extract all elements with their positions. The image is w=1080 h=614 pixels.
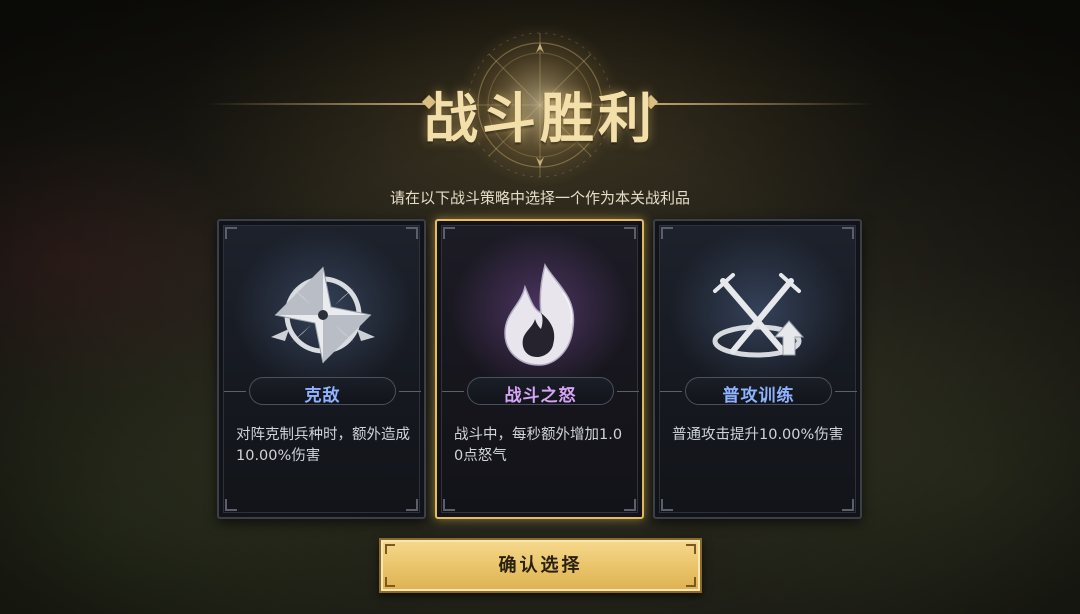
page-subtitle: 请在以下战斗策略中选择一个作为本关战利品 xyxy=(389,189,690,207)
button-corner xyxy=(385,544,395,554)
card-description: 对阵克制兵种时，额外造成10.00%伤害 xyxy=(236,427,410,464)
button-corner xyxy=(385,577,395,587)
card-corner xyxy=(225,227,237,239)
strategy-card-pugongxunlian[interactable]: 普攻训练 普通攻击提升10.00%伤害 xyxy=(653,219,862,519)
card-corner xyxy=(661,227,673,239)
card-name: 克敌 xyxy=(304,386,341,406)
battle-victory-screen: 战斗胜利 请在以下战斗策略中选择一个作为本关战利品 克敌 对阵克制兵种时，额外造… xyxy=(0,0,1080,614)
confirm-button-label: 确认选择 xyxy=(498,555,583,576)
card-corner xyxy=(842,227,854,239)
compass-star-icon xyxy=(271,266,375,364)
card-description: 普通攻击提升10.00%伤害 xyxy=(672,427,844,443)
card-name-plate: 克敌 xyxy=(224,377,421,406)
card-corner xyxy=(624,227,636,239)
card-name: 普攻训练 xyxy=(722,386,795,406)
card-name: 战斗之怒 xyxy=(504,386,577,406)
card-corner xyxy=(443,499,455,511)
card-corner xyxy=(661,499,673,511)
flame-icon xyxy=(504,263,575,366)
confirm-selection-button[interactable]: 确认选择 xyxy=(379,538,702,593)
button-corner xyxy=(686,577,696,587)
card-corner xyxy=(225,499,237,511)
card-corner xyxy=(406,227,418,239)
card-corner xyxy=(443,227,455,239)
card-name-plate: 战斗之怒 xyxy=(442,377,639,406)
page-title: 战斗胜利 xyxy=(424,86,656,150)
crossed-swords-up-arrow-icon xyxy=(712,273,805,358)
card-corner xyxy=(406,499,418,511)
card-description: 战斗中，每秒额外增加1.00点怒气 xyxy=(454,427,623,464)
strategy-card-kedi[interactable]: 克敌 对阵克制兵种时，额外造成10.00%伤害 xyxy=(217,219,426,519)
strategy-card-zhandouzhinu[interactable]: 战斗之怒 战斗中，每秒额外增加1.00点怒气 xyxy=(435,219,644,519)
card-corner xyxy=(842,499,854,511)
card-corner xyxy=(624,499,636,511)
card-name-plate: 普攻训练 xyxy=(660,377,857,406)
button-corner xyxy=(686,544,696,554)
